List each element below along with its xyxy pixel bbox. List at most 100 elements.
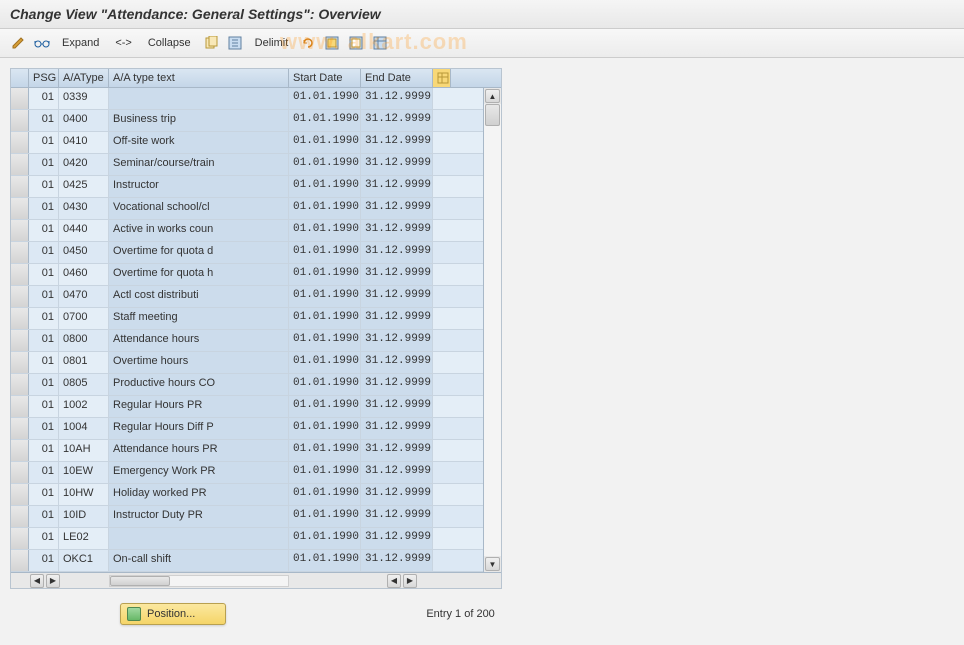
table-row[interactable]: 010470Actl cost distributi01.01.199031.1…: [11, 286, 483, 308]
column-text[interactable]: A/A type text: [109, 69, 289, 87]
hscroll-right-prev-icon[interactable]: ◀: [387, 574, 401, 588]
cell-type[interactable]: 10EW: [59, 462, 109, 483]
table-row[interactable]: 011004Regular Hours Diff P01.01.199031.1…: [11, 418, 483, 440]
table-row[interactable]: 010805Productive hours CO01.01.199031.12…: [11, 374, 483, 396]
cell-psg[interactable]: 01: [29, 462, 59, 483]
table-row[interactable]: 0110HWHoliday worked PR01.01.199031.12.9…: [11, 484, 483, 506]
cell-end[interactable]: 31.12.9999: [361, 550, 433, 571]
cell-type[interactable]: 0470: [59, 286, 109, 307]
deselect-all-icon[interactable]: [346, 33, 366, 53]
cell-end[interactable]: 31.12.9999: [361, 242, 433, 263]
cell-end[interactable]: 31.12.9999: [361, 462, 433, 483]
table-row[interactable]: 010430Vocational school/cl01.01.199031.1…: [11, 198, 483, 220]
cell-psg[interactable]: 01: [29, 418, 59, 439]
cell-psg[interactable]: 01: [29, 440, 59, 461]
cell-type[interactable]: 10ID: [59, 506, 109, 527]
cell-type[interactable]: 0339: [59, 88, 109, 109]
cell-end[interactable]: 31.12.9999: [361, 440, 433, 461]
cell-psg[interactable]: 01: [29, 198, 59, 219]
table-row[interactable]: 010400Business trip01.01.199031.12.9999: [11, 110, 483, 132]
undo-icon[interactable]: [298, 33, 318, 53]
cell-start[interactable]: 01.01.1990: [289, 418, 361, 439]
cell-start[interactable]: 01.01.1990: [289, 440, 361, 461]
cell-start[interactable]: 01.01.1990: [289, 374, 361, 395]
row-selector[interactable]: [11, 242, 29, 263]
cell-psg[interactable]: 01: [29, 132, 59, 153]
scroll-down-icon[interactable]: ▼: [485, 557, 500, 571]
table-row[interactable]: 010425Instructor01.01.199031.12.9999: [11, 176, 483, 198]
cell-start[interactable]: 01.01.1990: [289, 286, 361, 307]
cell-type[interactable]: 0430: [59, 198, 109, 219]
cell-psg[interactable]: 01: [29, 374, 59, 395]
cell-type[interactable]: 0460: [59, 264, 109, 285]
cell-psg[interactable]: 01: [29, 330, 59, 351]
row-selector[interactable]: [11, 484, 29, 505]
cell-type[interactable]: 0450: [59, 242, 109, 263]
cell-psg[interactable]: 01: [29, 506, 59, 527]
row-selector[interactable]: [11, 132, 29, 153]
cell-start[interactable]: 01.01.1990: [289, 220, 361, 241]
cell-start[interactable]: 01.01.1990: [289, 462, 361, 483]
cell-psg[interactable]: 01: [29, 88, 59, 109]
cell-type[interactable]: 1004: [59, 418, 109, 439]
row-selector[interactable]: [11, 308, 29, 329]
cell-end[interactable]: 31.12.9999: [361, 374, 433, 395]
cell-end[interactable]: 31.12.9999: [361, 286, 433, 307]
hscroll-left-next-icon[interactable]: ▶: [46, 574, 60, 588]
cell-start[interactable]: 01.01.1990: [289, 242, 361, 263]
cell-end[interactable]: 31.12.9999: [361, 528, 433, 549]
row-selector[interactable]: [11, 374, 29, 395]
cell-end[interactable]: 31.12.9999: [361, 220, 433, 241]
table-row[interactable]: 011002Regular Hours PR01.01.199031.12.99…: [11, 396, 483, 418]
cell-psg[interactable]: 01: [29, 220, 59, 241]
table-row[interactable]: 010460Overtime for quota h01.01.199031.1…: [11, 264, 483, 286]
cell-end[interactable]: 31.12.9999: [361, 88, 433, 109]
cell-psg[interactable]: 01: [29, 396, 59, 417]
cell-end[interactable]: 31.12.9999: [361, 308, 433, 329]
cell-end[interactable]: 31.12.9999: [361, 418, 433, 439]
cell-end[interactable]: 31.12.9999: [361, 110, 433, 131]
cell-psg[interactable]: 01: [29, 286, 59, 307]
table-row[interactable]: 010420Seminar/course/train01.01.199031.1…: [11, 154, 483, 176]
column-psg[interactable]: PSG: [29, 69, 59, 87]
table-row[interactable]: 010800Attendance hours01.01.199031.12.99…: [11, 330, 483, 352]
hscroll-left-prev-icon[interactable]: ◀: [30, 574, 44, 588]
cell-type[interactable]: OKC1: [59, 550, 109, 571]
cell-type[interactable]: 0410: [59, 132, 109, 153]
configure-columns-icon[interactable]: [433, 69, 451, 87]
table-row[interactable]: 0110AHAttendance hours PR01.01.199031.12…: [11, 440, 483, 462]
cell-psg[interactable]: 01: [29, 176, 59, 197]
table-row[interactable]: 010440Active in works coun01.01.199031.1…: [11, 220, 483, 242]
table-row[interactable]: 010339 01.01.199031.12.9999: [11, 88, 483, 110]
cell-end[interactable]: 31.12.9999: [361, 132, 433, 153]
cell-start[interactable]: 01.01.1990: [289, 308, 361, 329]
cell-start[interactable]: 01.01.1990: [289, 550, 361, 571]
cell-type[interactable]: 0425: [59, 176, 109, 197]
cell-start[interactable]: 01.01.1990: [289, 176, 361, 197]
row-selector[interactable]: [11, 418, 29, 439]
hscroll-left[interactable]: ◀ ▶: [29, 573, 109, 588]
cell-type[interactable]: 0801: [59, 352, 109, 373]
table-row[interactable]: 0110EWEmergency Work PR01.01.199031.12.9…: [11, 462, 483, 484]
scroll-up-icon[interactable]: ▲: [485, 89, 500, 103]
table-settings-icon[interactable]: [370, 33, 390, 53]
cell-end[interactable]: 31.12.9999: [361, 198, 433, 219]
row-selector[interactable]: [11, 286, 29, 307]
cell-type[interactable]: 0800: [59, 330, 109, 351]
expand-button[interactable]: Expand: [56, 37, 105, 49]
cell-type[interactable]: 1002: [59, 396, 109, 417]
cell-end[interactable]: 31.12.9999: [361, 264, 433, 285]
row-selector[interactable]: [11, 396, 29, 417]
cell-start[interactable]: 01.01.1990: [289, 110, 361, 131]
cell-start[interactable]: 01.01.1990: [289, 88, 361, 109]
vertical-scrollbar[interactable]: ▲ ▼: [483, 88, 501, 572]
cell-type[interactable]: 0420: [59, 154, 109, 175]
cell-type[interactable]: 0805: [59, 374, 109, 395]
cell-psg[interactable]: 01: [29, 550, 59, 571]
cell-end[interactable]: 31.12.9999: [361, 176, 433, 197]
row-selector[interactable]: [11, 330, 29, 351]
hscroll-right[interactable]: ◀ ▶: [386, 573, 483, 588]
cell-start[interactable]: 01.01.1990: [289, 154, 361, 175]
copy-icon[interactable]: [201, 33, 221, 53]
table-row[interactable]: 010410Off-site work01.01.199031.12.9999: [11, 132, 483, 154]
